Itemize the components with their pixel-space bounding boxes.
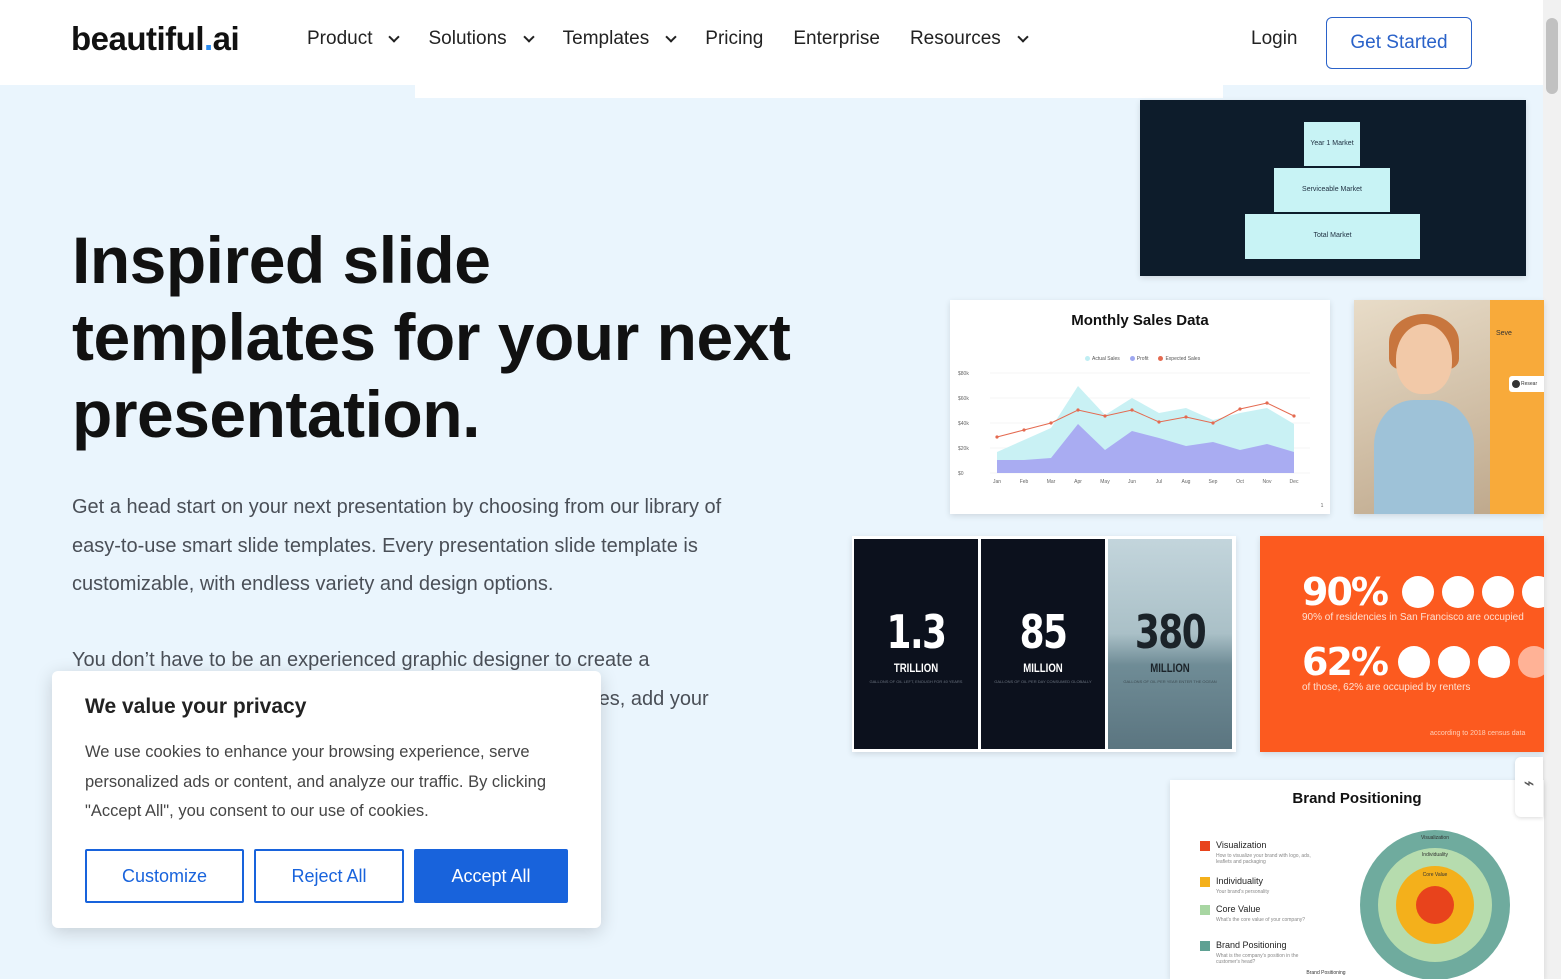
stat-percent: 90% [1302,570,1389,614]
hero-paragraph-1: Get a head start on your next presentati… [72,496,722,595]
y-tick: $80k [958,371,969,377]
stat-card: 85 MILLION GALLONS OF OIL PER DAY CONSUM… [981,539,1105,749]
nav-solutions[interactable]: Solutions [428,28,535,50]
x-tick: Oct [1236,479,1244,485]
nav-pricing[interactable]: Pricing [705,28,763,50]
x-tick: Jan [993,479,1001,485]
chevron-down-icon [665,31,677,43]
list-item: Visualization How to visualize your brand… [1200,840,1316,865]
pyramid-level-1: Year 1 Market [1304,122,1360,166]
y-tick: $60k [958,396,969,402]
stat-caption: 90% of residencies in San Francisco are … [1302,612,1524,623]
stat-percent: 62% [1302,640,1389,684]
slide-monthly-sales[interactable]: Monthly Sales Data Actual Sales Profit E… [950,300,1330,514]
chevron-down-icon [388,31,401,43]
x-tick: Apr [1074,479,1082,485]
avatar [1512,380,1520,388]
x-tick: Aug [1182,479,1191,485]
photo [1354,300,1490,514]
customize-button[interactable]: Customize [85,849,244,903]
x-tick: Jul [1156,479,1162,485]
y-tick: $40k [958,421,969,427]
slide-chip: Resear [1509,376,1544,392]
scrollbar[interactable] [1543,0,1561,979]
slide-title: Brand Positioning [1292,790,1422,807]
x-tick: Sep [1209,479,1218,485]
x-tick: Mar [1047,479,1056,485]
slide-stats[interactable]: 1.3 TRILLION GALLONS OF OIL LEFT, ENOUGH… [852,536,1236,752]
reject-all-button[interactable]: Reject All [254,849,404,903]
slide-photo[interactable]: Seve Resear [1354,300,1544,514]
percent-circles [1402,576,1544,608]
pyramid-level-3: Total Market [1245,214,1420,259]
ring-label: Individuality [1421,852,1449,858]
scrollbar-thumb[interactable] [1546,18,1558,94]
y-tick: $20k [958,446,969,452]
ring-label: Visualization [1421,835,1449,841]
get-started-button[interactable]: Get Started [1326,17,1472,69]
x-tick: May [1100,479,1110,485]
cookie-title: We value your privacy [85,695,307,718]
percent-circles [1398,646,1544,678]
list-item: Core Value What's the core value of your … [1200,904,1316,923]
cookie-body: We use cookies to enhance your browsing … [85,743,547,820]
logo[interactable]: beautiful.ai [71,20,240,58]
x-tick: Feb [1020,479,1029,485]
y-tick: $0 [958,471,964,477]
chevron-down-icon [522,31,535,43]
nav-product[interactable]: Product [307,28,401,50]
nav-dropdown-edge [415,85,1223,98]
chevron-down-icon [1017,31,1029,43]
ring-label: Core Value [1422,872,1448,878]
accept-all-button[interactable]: Accept All [414,849,568,903]
x-tick: Nov [1263,479,1272,485]
slide-pyramid[interactable]: Year 1 Market Serviceable Market Total M… [1140,100,1526,276]
nav-resources[interactable]: Resources [910,28,1029,50]
nav-templates[interactable]: Templates [563,28,677,50]
x-tick: Dec [1290,479,1299,485]
pyramid-level-2: Serviceable Market [1274,168,1390,212]
slide-brand-positioning[interactable]: Brand Positioning Visualization How to vi… [1170,780,1544,979]
login-link[interactable]: Login [1251,28,1298,50]
x-tick: Jun [1128,479,1136,485]
main-nav: Product Solutions Templates Pricing Ente… [307,28,1057,50]
ring-label: Brand Positioning [1306,970,1346,976]
sales-chart: $80k $60k $40k $20k $0 Jan Feb Mar Apr M… [958,371,1324,509]
slide-label: Seve [1496,330,1512,337]
page-title: Inspired slide templates for your next p… [72,223,791,451]
stat-card: 1.3 TRILLION GALLONS OF OIL LEFT, ENOUGH… [854,539,978,749]
page-number: 1 [1321,503,1324,509]
stat-caption: of those, 62% are occupied by renters [1302,682,1471,693]
slide-footnote: according to 2018 census data [1430,730,1526,737]
brand-ring [1416,886,1454,924]
feedback-icon[interactable]: ⌁ [1515,757,1543,817]
slide-percentages[interactable]: 90% 90% of residencies in San Francisco … [1260,536,1544,752]
list-item: Individuality Your brand's personality [1200,876,1316,895]
site-header: beautiful.ai Product Solutions Templates… [0,0,1543,85]
nav-enterprise[interactable]: Enterprise [793,28,880,50]
list-item: Brand Positioning What is the company's p… [1200,940,1316,965]
cookie-consent-banner: We value your privacy We use cookies to … [52,671,601,928]
stat-card: 380 MILLION GALLONS OF OIL PER YEAR ENTE… [1108,539,1232,749]
